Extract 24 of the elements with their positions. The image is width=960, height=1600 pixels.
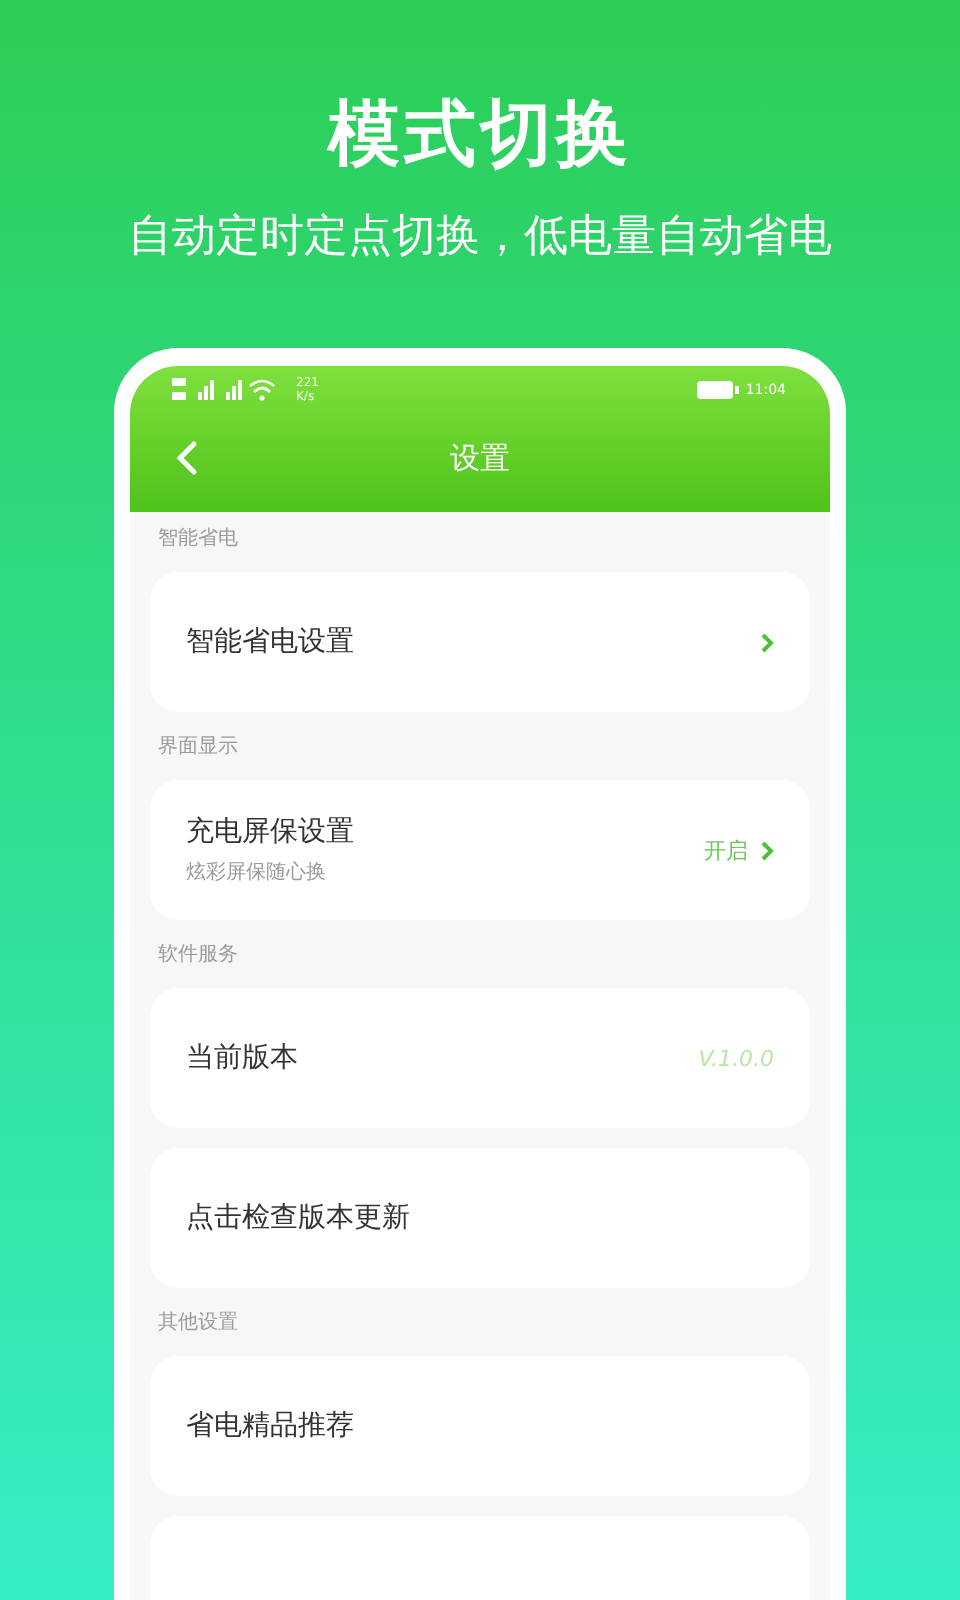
- section-label: 软件服务: [156, 942, 240, 970]
- subtitle: 自动定时定点切换，低电量自动省电: [128, 210, 832, 266]
- section-label: 其他设置: [156, 1309, 240, 1338]
- page-title: 设置: [450, 439, 510, 477]
- section-label: 界面显示: [156, 734, 240, 762]
- row-title: 省电精品推荐: [186, 1408, 356, 1444]
- settings-row[interactable]: 省电精品推荐: [150, 1356, 810, 1496]
- row-title: 智能省电设置: [186, 624, 356, 660]
- row-subtitle: 炫彩屏保随心换: [186, 859, 328, 886]
- battery-icon: [695, 380, 740, 400]
- settings-row[interactable]: 智能省电设置: [150, 572, 810, 712]
- chevron-icon: [760, 631, 774, 653]
- row-value: V.1.0.0: [698, 1045, 774, 1071]
- settings-row[interactable]: 点击检查版本更新: [150, 1148, 810, 1288]
- back-icon[interactable]: [174, 440, 198, 476]
- section-label: 智能省电: [156, 525, 240, 554]
- settings-row[interactable]: 当前版本 V.1.0.0: [150, 988, 810, 1128]
- settings-row[interactable]: 充电屏保设置 炫彩屏保随心换 开启: [150, 780, 810, 920]
- row-value: 开启: [704, 835, 748, 865]
- row-title: 当前版本: [186, 1040, 300, 1076]
- headline: 模式切换: [328, 92, 632, 180]
- chevron-icon: [760, 839, 774, 861]
- row-title: 充电屏保设置: [186, 814, 356, 850]
- row-title: 点击检查版本更新: [186, 1200, 412, 1236]
